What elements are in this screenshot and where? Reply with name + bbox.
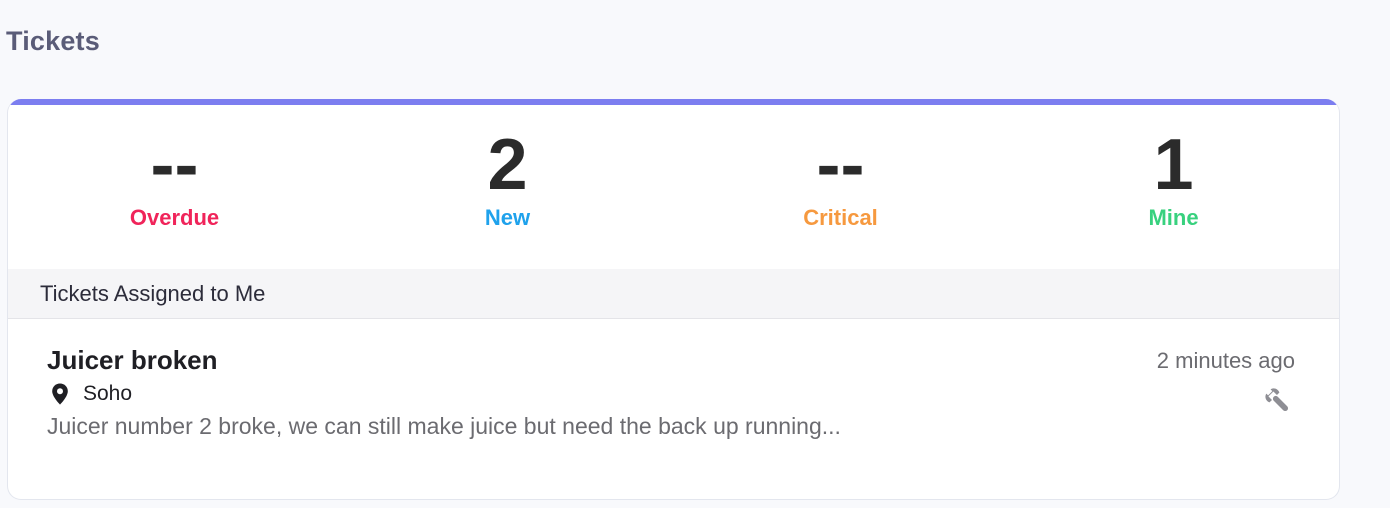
ticket-location: Soho (51, 382, 132, 406)
map-pin-icon (52, 383, 68, 405)
ticket-item[interactable]: Juicer broken Soho Juicer number 2 broke… (8, 320, 1339, 499)
stat-critical-label: Critical (803, 205, 878, 230)
stat-overdue-value: -- (150, 125, 199, 205)
stat-new-value: 2 (487, 125, 528, 205)
stat-overdue-label: Overdue (129, 205, 220, 230)
stat-overdue[interactable]: -- Overdue (8, 105, 341, 269)
ticket-stats: -- Overdue 2 New -- Critical 1 Mine (8, 105, 1339, 269)
stat-new[interactable]: 2 New (341, 105, 674, 269)
stat-new-label: New (484, 205, 531, 230)
ticket-description: Juicer number 2 broke, we can still make… (47, 413, 841, 439)
ticket-timestamp: 2 minutes ago (1156, 348, 1295, 373)
stat-mine-value: 1 (1153, 125, 1194, 205)
stat-mine-label: Mine (1148, 205, 1199, 230)
page-title: Tickets (6, 26, 100, 56)
stat-critical-value: -- (816, 125, 865, 205)
section-header: Tickets Assigned to Me (8, 269, 1339, 319)
tickets-card: -- Overdue 2 New -- Critical 1 Mine Tick… (7, 99, 1340, 500)
ticket-location-text: Soho (83, 382, 133, 405)
wrench-icon (1265, 388, 1289, 412)
stat-critical[interactable]: -- Critical (674, 105, 1007, 269)
section-title: Tickets Assigned to Me (40, 281, 266, 306)
ticket-title[interactable]: Juicer broken (47, 345, 218, 376)
stat-mine[interactable]: 1 Mine (1007, 105, 1339, 269)
